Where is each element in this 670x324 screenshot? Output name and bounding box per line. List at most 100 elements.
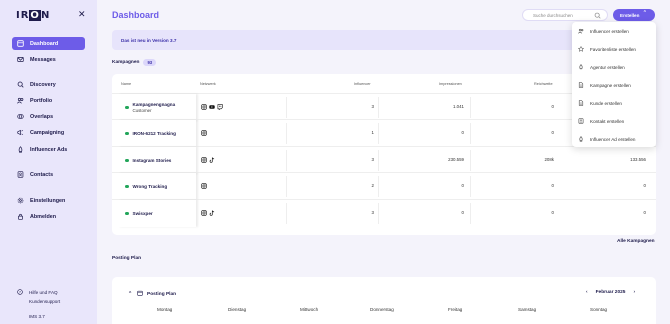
nav-item-campaigning[interactable]: Campaigning <box>12 126 85 139</box>
youtube-icon <box>209 105 215 109</box>
instagram-icon <box>201 157 207 163</box>
table-row[interactable]: Instagram Stories 3 230.559 208k 133.556 <box>112 146 656 174</box>
campaign-name: Wrong Tracking <box>132 183 168 189</box>
rocket-icon <box>578 136 585 143</box>
create-dropdown-menu: Influencer erstellen Favoritenliste erst… <box>572 22 656 147</box>
dashboard-icon <box>17 40 24 47</box>
menu-item-create-favorites[interactable]: Favoritenliste erstellen <box>572 40 656 58</box>
nav-item-messages[interactable]: Messages <box>12 53 85 66</box>
support-link[interactable]: Kundensupport <box>29 299 60 304</box>
banner-text: Das ist neu in Version 3.7 <box>121 37 177 43</box>
search-placeholder: Suche durchsuchen <box>533 12 573 18</box>
all-campaigns-link[interactable]: Alle Kampagnen <box>617 239 655 244</box>
col-header-network[interactable]: Netzwerk <box>200 82 216 86</box>
campaign-name-cell[interactable]: Instagram Stories <box>118 147 196 174</box>
prev-month-icon[interactable]: ‹ <box>586 290 588 295</box>
menu-item-create-agency[interactable]: Agentur erstellen <box>572 58 656 76</box>
next-month-icon[interactable]: › <box>633 290 635 295</box>
contacts-icon <box>17 171 24 178</box>
overlap-icon <box>17 113 24 120</box>
users-icon <box>578 28 585 35</box>
nav-item-overlaps[interactable]: Overlaps <box>12 110 85 123</box>
col-header-name[interactable]: Name <box>121 82 131 86</box>
instagram-icon <box>201 210 207 216</box>
agency-icon <box>578 64 585 71</box>
reach-value: 0 <box>551 104 554 109</box>
help-link[interactable]: ? Hilfe und FAQ <box>17 289 58 296</box>
campaigns-title-label: Kampagnen <box>112 60 140 65</box>
menu-item-label: Favoritenliste erstellen <box>590 46 636 52</box>
impressions-value: 0 <box>461 210 464 215</box>
version-label: IMS 3.7 <box>29 314 45 319</box>
status-active-dot <box>125 131 129 136</box>
network-icons <box>201 130 207 136</box>
search-icon <box>17 81 24 88</box>
col-header-influencer[interactable]: Influencer <box>354 82 371 86</box>
menu-item-create-customer[interactable]: Kunde erstellen <box>572 94 656 112</box>
tiktok-icon <box>209 157 215 163</box>
campaign-name: Instagram Stories <box>132 157 172 163</box>
impressions-value: 0 <box>461 130 464 135</box>
impressions-value: 230.559 <box>448 157 464 162</box>
day-header: Samstag <box>518 307 537 312</box>
menu-item-label: Kunde erstellen <box>590 100 622 106</box>
lock-icon <box>17 213 24 220</box>
campaign-name-cell[interactable]: Wrong Tracking <box>118 173 196 200</box>
extra-value: 133.556 <box>630 157 646 162</box>
nav-item-einstellungen[interactable]: Einstellungen <box>12 194 85 207</box>
impressions-value: 0 <box>461 183 464 188</box>
campaign-customer: Customer <box>132 107 152 113</box>
nav-item-contacts[interactable]: Contacts <box>12 168 85 181</box>
month-label: Februar 2025 <box>595 290 626 295</box>
reach-value: 0 <box>551 130 554 135</box>
nav-label: Influencer Ads <box>30 146 68 153</box>
menu-item-create-campaign[interactable]: Kampagne erstellen <box>572 76 656 94</box>
campaign-name: Kampagnengnagna <box>132 101 176 107</box>
day-header: Montag <box>157 307 173 312</box>
table-row[interactable]: Swisxper 3 0 0 0 <box>112 199 656 227</box>
network-icons <box>201 210 215 216</box>
create-button[interactable]: Erstellen ⌃ <box>613 9 655 21</box>
search-input[interactable]: Suche durchsuchen <box>522 9 608 21</box>
menu-item-create-influencer[interactable]: Influencer erstellen <box>572 22 656 40</box>
nav-item-dashboard[interactable]: Dashboard <box>12 37 85 50</box>
logo[interactable]: IRON <box>16 10 50 21</box>
nav-item-abmelden[interactable]: Abmelden <box>12 210 85 223</box>
instagram-icon <box>201 104 207 110</box>
menu-item-create-contact[interactable]: Kontakt erstellen <box>572 112 656 130</box>
campaigns-count-badge: 93 <box>143 59 157 66</box>
influencer-count: 3 <box>371 157 374 162</box>
posting-plan-title: Posting Plan <box>147 291 177 297</box>
campaign-name-cell[interactable]: Swisxper <box>118 200 196 227</box>
help-icon: ? <box>17 289 29 296</box>
campaigns-title: Kampagnen 93 <box>112 59 157 66</box>
network-icons <box>201 104 223 110</box>
collapse-chevron-icon[interactable]: ⌃ <box>128 292 132 297</box>
nav-label: Einstellungen <box>30 197 66 204</box>
influencer-count: 3 <box>371 104 374 109</box>
day-header: Donnerstag <box>370 307 394 312</box>
nav-item-portfolio[interactable]: Portfolio <box>12 94 85 107</box>
campaign-name: IRON-6212 Tracking <box>132 130 176 136</box>
table-row[interactable]: Wrong Tracking 2 0 0 0 <box>112 172 656 200</box>
document-icon <box>578 82 585 89</box>
whats-new-banner[interactable]: Das ist neu in Version 3.7 <box>112 30 580 50</box>
campaign-name-cell[interactable]: IRON-6212 Tracking <box>118 120 196 147</box>
help-label: Hilfe und FAQ <box>29 290 58 295</box>
close-sidebar-icon[interactable]: ✕ <box>78 9 86 20</box>
nav-label: Portfolio <box>30 97 53 104</box>
nav-label: Overlaps <box>30 113 54 120</box>
nav-label: Abmelden <box>30 213 57 220</box>
chevron-up-icon: ⌃ <box>642 10 647 16</box>
nav-item-discovery[interactable]: Discovery <box>12 78 85 91</box>
col-header-reach[interactable]: Reichweite <box>534 82 553 86</box>
megaphone-icon <box>17 129 24 136</box>
nav-label: Messages <box>30 56 56 63</box>
tiktok-icon <box>209 210 215 216</box>
menu-item-create-influencer-ad[interactable]: Influencer Ad erstellen <box>572 130 656 148</box>
extra-value: 0 <box>643 183 646 188</box>
col-header-impressions[interactable]: Impressionen <box>439 82 462 86</box>
posting-plan-header: ⌃ Posting Plan <box>128 290 176 298</box>
campaign-name-cell[interactable]: Kampagnengnagna Customer <box>118 94 196 121</box>
nav-item-influencer-ads[interactable]: Influencer Ads <box>12 143 85 156</box>
